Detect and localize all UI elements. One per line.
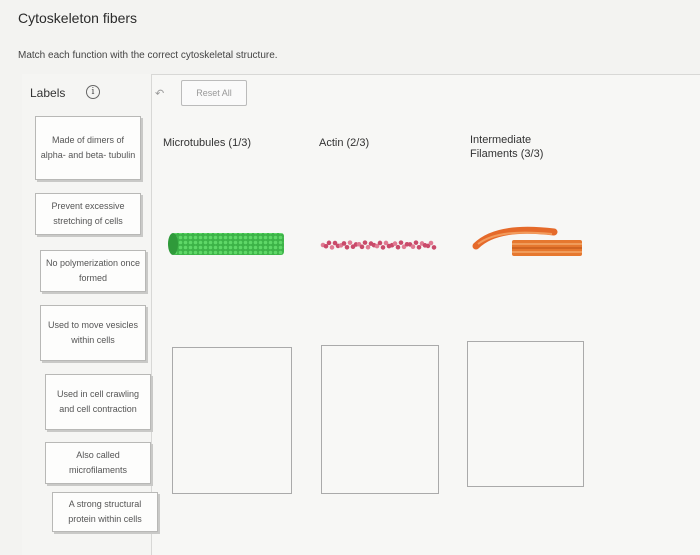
instruction-text: Match each function with the correct cyt… — [18, 50, 278, 61]
intermediate-filament-illustration — [472, 226, 582, 256]
column-heading-actin: Actin (2/3) — [319, 137, 370, 149]
reset-all-button[interactable]: Reset All — [181, 80, 247, 106]
label-card-text: Made of dimers of alpha- and beta- tubul… — [40, 135, 136, 160]
label-card[interactable]: Made of dimers of alpha- and beta- tubul… — [35, 116, 141, 180]
drop-target-actin[interactable] — [321, 345, 439, 494]
label-card[interactable]: A strong structural protein within cells — [52, 492, 158, 532]
actin-filament-illustration — [320, 240, 437, 250]
label-card[interactable]: Used to move vesicles within cells — [40, 305, 146, 361]
label-card[interactable]: No polymerization once formed — [40, 250, 146, 292]
label-card[interactable]: Used in cell crawling and cell contracti… — [45, 374, 151, 430]
label-card-text: Also called microfilaments — [68, 450, 127, 475]
label-card-text: Prevent excessive stretching of cells — [51, 201, 125, 226]
drop-target-intermediate-filaments[interactable] — [467, 341, 584, 487]
microtubule-illustration — [168, 233, 284, 255]
label-card-text: Used in cell crawling and cell contracti… — [56, 389, 140, 414]
column-heading-microtubules: Microtubules (1/3) — [163, 137, 252, 149]
undo-icon[interactable]: ↶ — [155, 87, 164, 100]
label-card-text: No polymerization once formed — [45, 258, 141, 283]
label-card-text: A strong structural protein within cells — [68, 499, 142, 524]
label-card[interactable]: Prevent excessive stretching of cells — [35, 193, 141, 235]
info-icon[interactable]: i — [86, 85, 100, 99]
label-card-text: Used to move vesicles within cells — [47, 320, 139, 345]
page-title: Cytoskeleton fibers — [18, 10, 138, 26]
drop-target-microtubules[interactable] — [172, 347, 292, 494]
label-card[interactable]: Also called microfilaments — [45, 442, 151, 484]
column-heading-intermediate-filaments: Intermediate Filaments (3/3) — [470, 134, 544, 160]
labels-heading: Labels — [30, 86, 66, 100]
